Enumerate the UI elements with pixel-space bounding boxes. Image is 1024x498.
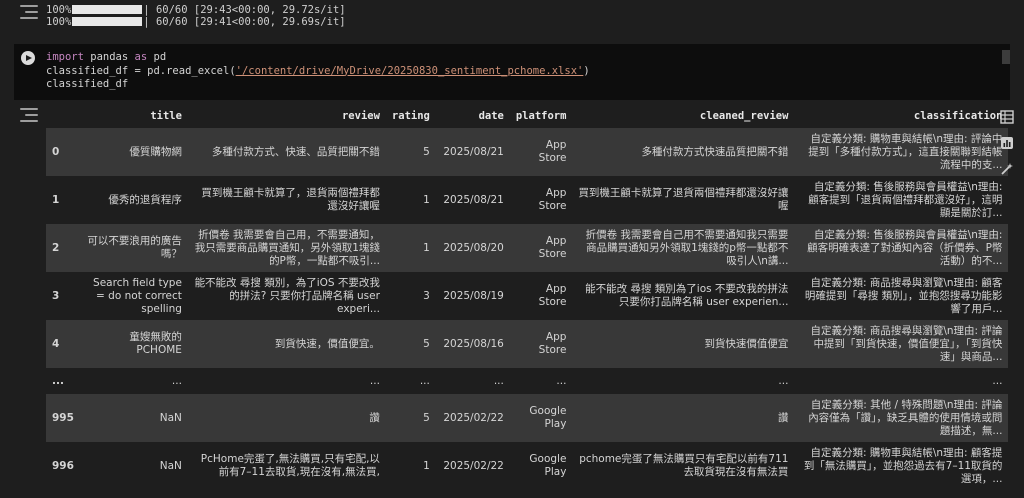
cell-rating: 3 [385, 272, 436, 320]
table-header-row: title review rating date platform cleane… [46, 104, 1008, 128]
cell-classification: 自定義分類: 商品搜尋與瀏覽\n理由: 評論中提到「到貨快速，價值便宜」，「到貨… [794, 320, 1009, 368]
output-toggle-icon[interactable] [20, 5, 38, 19]
row-index: ... [46, 368, 80, 394]
table-row: 2 可以不要浪用的廣告嗎？ 折價卷 我需要會自己用，不需要通知，我只需要商品購買通知… [46, 224, 1009, 272]
cell-rating: 5 [385, 320, 436, 368]
cell-rating: 1 [385, 176, 436, 224]
row-index: 2 [46, 224, 80, 272]
cell-review: 到貨快速，價值便宜。 [187, 320, 386, 368]
cell-date: 2025/02/22 [435, 442, 510, 490]
cell-cleaned: ... [572, 368, 795, 394]
cell-review: ... [187, 368, 386, 394]
row-index: 4 [46, 320, 80, 368]
cell-cleaned: 買到機王顧卡就算了退貨兩個禮拜都還沒好讓喔 [572, 176, 795, 224]
cell-title: NaN [79, 394, 188, 442]
table-row: 0 優質購物網 多種付款方式、快速、品質把關不錯 5 2025/08/21 App Sto… [46, 128, 1009, 176]
cell-date: 2025/08/19 [435, 272, 510, 320]
cell-date: 2025/08/16 [435, 320, 510, 368]
cell-classification: 自定義分類: 售後服務與會員權益\n理由: 顧客明確表達了對通知內容（折價券、P… [794, 224, 1009, 272]
cell-title: 優秀的退貨程序 [79, 176, 188, 224]
cell-platform: App Store [509, 224, 573, 272]
cell-cleaned: pchome完蛋了無法購買只有宅配以前有711去取貨現在沒有無法買 [572, 442, 795, 490]
progress-bar [72, 17, 143, 26]
row-index: 995 [46, 394, 80, 442]
cell-platform: App Store [509, 128, 573, 176]
table-row: 4 童嫂無敗的PCHOME 到貨快速，價值便宜。 5 2025/08/16 App Sto… [46, 320, 1009, 368]
code-cell[interactable]: import pandas as pd classified_df = pd.r… [14, 44, 1010, 100]
cell-title: Search field type = do not correct spell… [79, 272, 188, 320]
cell-date: 2025/08/20 [435, 224, 510, 272]
dataframe-table: title review rating date platform cleane… [46, 104, 1009, 490]
cell-rating: ... [385, 368, 436, 394]
row-index: 996 [46, 442, 80, 490]
table-row: 996 NaN PcHome完蛋了,無法購買,只有宅配,以前有7–11去取貨,現在沒… [46, 442, 1009, 490]
cell-classification: 自定義分類: 商品搜尋與瀏覽\n理由: 顧客明確提到「尋搜 類別」，並抱怨搜尋功… [794, 272, 1009, 320]
column-header: classification [913, 110, 1003, 122]
column-header: cleaned_review [699, 110, 789, 122]
row-index: 3 [46, 272, 80, 320]
progress-output: 100% | 60/60 [29:43<00:00, 29.72s/it] 100… [46, 4, 346, 28]
cell-rating: 1 [385, 224, 436, 272]
chart-icon[interactable] [998, 134, 1016, 152]
cell-platform: App Store [509, 272, 573, 320]
cell-cleaned: 折價卷 我需要會自己用不需要通知我只需要商品購買通知另外領取1塊錢的p幣一點都不… [572, 224, 795, 272]
cell-review: 折價卷 我需要會自己用，不需要通知，我只需要商品購買通知，另外領取1塊錢的P幣，… [187, 224, 386, 272]
cell-title: 可以不要浪用的廣告嗎？ [79, 224, 188, 272]
cell-platform: ... [509, 368, 573, 394]
column-header: platform [515, 110, 567, 122]
table-row: ........................ [46, 368, 1009, 394]
cell-classification: 自定義分類: 購物車與結帳\n理由: 顧客提到「無法購買」，並抱怨過去有7–11… [794, 442, 1009, 490]
cell-cleaned: 多種付款方式快速品質把關不錯 [572, 128, 795, 176]
cell-review: 多種付款方式、快速、品質把關不錯 [187, 128, 386, 176]
cell-platform: App Store [509, 176, 573, 224]
cell-cleaned: 讚 [572, 394, 795, 442]
table-row: 3 Search field type = do not correct spel… [46, 272, 1009, 320]
cell-review: PcHome完蛋了,無法購買,只有宅配,以前有7–11去取貨,現在沒有,無法買, [187, 442, 386, 490]
row-index: 0 [46, 128, 80, 176]
cell-review: 讚 [187, 394, 386, 442]
cell-cleaned: 到貨快速價值便宜 [572, 320, 795, 368]
table-view-icon[interactable] [998, 108, 1016, 126]
table-row: 1 優秀的退貨程序 買到機王顧卡就算了，退貨兩個禮拜都還沒好讓喔 1 2025/08/2… [46, 176, 1009, 224]
cell-title: NaN [79, 442, 188, 490]
cell-cleaned: 能不能改 尋搜 類別為了ios 不要改我的拼法 只要你打品牌名稱 user ex… [572, 272, 795, 320]
cell-platform: App Store [509, 320, 573, 368]
cell-date: 2025/08/21 [435, 128, 510, 176]
cell-platform: Google Play [509, 394, 573, 442]
cell-rating: 5 [385, 394, 436, 442]
run-cell-button[interactable] [21, 51, 35, 65]
cell-classification: 自定義分類: 其他 / 特殊問題\n理由: 評論內容僅為「讚」，缺乏具體的使用情… [794, 394, 1009, 442]
cell-date: 2025/02/22 [435, 394, 510, 442]
cell-review: 買到機王顧卡就算了，退貨兩個禮拜都還沒好讓喔 [187, 176, 386, 224]
cell-title: 優質購物網 [79, 128, 188, 176]
editor-scrollbar[interactable] [1002, 50, 1010, 64]
cell-classification: 自定義分類: 購物車與結帳\n理由: 評論中提到「多種付款方式」，這直接關聯到結… [794, 128, 1009, 176]
cell-title: 童嫂無敗的PCHOME [79, 320, 188, 368]
cell-classification: ... [794, 368, 1009, 394]
cell-review: 能不能改 尋搜 類別，為了iOS 不要改我的拼法? 只要你打品牌名稱 user … [187, 272, 386, 320]
cell-platform: Google Play [509, 442, 573, 490]
cell-toolbar [998, 108, 1018, 186]
column-header: date [478, 110, 504, 122]
cell-rating: 1 [385, 442, 436, 490]
cell-title: ... [79, 368, 188, 394]
magic-wand-icon[interactable] [998, 160, 1016, 178]
cell-date: ... [435, 368, 510, 394]
code-editor[interactable]: import pandas as pd classified_df = pd.r… [46, 51, 590, 92]
table-row: 995 NaN 讚 5 2025/02/22 Google Play 讚自定義分類: 其他 … [46, 394, 1009, 442]
column-header: review [341, 110, 380, 122]
cell-classification: 自定義分類: 售後服務與會員權益\n理由: 顧客提到「退貨兩個禮拜都還沒好」，這… [794, 176, 1009, 224]
progress-bar [72, 5, 143, 14]
output-toggle-icon[interactable] [20, 108, 38, 122]
row-index: 1 [46, 176, 80, 224]
column-header: title [150, 110, 182, 122]
column-header: rating [391, 110, 430, 122]
cell-rating: 5 [385, 128, 436, 176]
cell-date: 2025/08/21 [435, 176, 510, 224]
